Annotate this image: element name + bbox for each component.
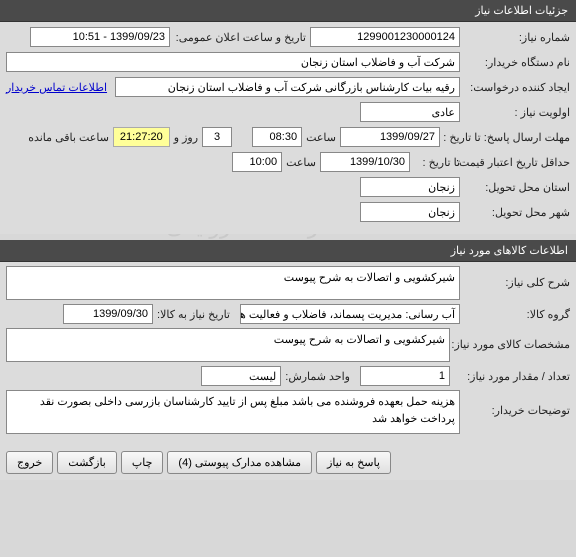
announce-label: تاریخ و ساعت اعلان عمومی:	[170, 31, 310, 44]
buyer-notes-field: هزینه حمل بعهده فروشنده می باشد مبلغ پس …	[6, 390, 460, 434]
overall-desc-field: شیرکشویی و اتصالات به شرح پیوست	[6, 266, 460, 300]
need-info-header: جزئیات اطلاعات نیاز	[0, 0, 576, 22]
unit-label: واحد شمارش:	[281, 370, 360, 383]
buyer-notes-label: توضیحات خریدار:	[460, 390, 570, 417]
exit-button[interactable]: خروج	[6, 451, 53, 474]
creator-label: ایجاد کننده درخواست:	[460, 81, 570, 94]
creator-field: رقیه بیات کارشناس بازرگانی شرکت آب و فاض…	[115, 77, 460, 97]
countdown-field: 21:27:20	[113, 127, 170, 147]
remaining-label: ساعت باقی مانده	[24, 131, 113, 144]
overall-desc-label: شرح کلی نیاز:	[460, 266, 570, 289]
print-button[interactable]: چاپ	[121, 451, 164, 474]
days-label: روز و	[170, 131, 202, 144]
priority-label: اولویت نیاز :	[460, 106, 570, 119]
need-number-field: 1299001230000124	[310, 27, 460, 47]
goods-info-header: اطلاعات کالاهای مورد نیاز	[0, 240, 576, 262]
min-credit-label: حداقل تاریخ اعتبار قیمت:	[460, 156, 570, 169]
buyer-label: نام دستگاه خریدار:	[460, 56, 570, 69]
need-info-section: جزئیات اطلاعات نیاز شماره نیاز: 12990012…	[0, 0, 576, 234]
min-credit-to-label: تا تاریخ :	[410, 156, 460, 169]
need-date-field: 1399/09/30	[63, 304, 153, 324]
days-field: 3	[202, 127, 232, 147]
deadline-from-label: مهلت ارسال پاسخ: تا تاریخ :	[440, 131, 570, 144]
goods-info-section: اطلاعات کالاهای مورد نیاز شرح کلی نیاز: …	[0, 240, 576, 445]
need-number-label: شماره نیاز:	[460, 31, 570, 44]
announce-field: 1399/09/23 - 10:51	[30, 27, 170, 47]
back-button[interactable]: بازگشت	[57, 451, 117, 474]
delivery-city-field: زنجان	[360, 202, 460, 222]
contact-link[interactable]: اطلاعات تماس خریدار	[6, 81, 107, 94]
spec-field: شیرکشویی و اتصالات به شرح پیوست	[6, 328, 450, 362]
priority-field: عادی	[360, 102, 460, 122]
group-field: آب رسانی: مدیریت پسماند، فاضلاب و فعالیت…	[240, 304, 460, 324]
qty-label: تعداد / مقدار مورد نیاز:	[450, 370, 570, 383]
need-date-label: تاریخ نیاز به کالا:	[153, 308, 240, 321]
group-label: گروه کالا:	[460, 308, 570, 321]
time-label-2: ساعت	[282, 156, 320, 169]
respond-button[interactable]: پاسخ به نیاز	[316, 451, 391, 474]
delivery-city-label: شهر محل تحویل:	[460, 206, 570, 219]
spec-label: مشخصات کالای مورد نیاز:	[450, 328, 570, 351]
attachments-button[interactable]: مشاهده مدارک پیوستی (4)	[167, 451, 312, 474]
time-label-1: ساعت	[302, 131, 340, 144]
buyer-field: شرکت آب و فاضلاب استان زنجان	[6, 52, 460, 72]
unit-field: لیست	[201, 366, 281, 386]
qty-field: 1	[360, 366, 450, 386]
min-credit-date: 1399/10/30	[320, 152, 410, 172]
delivery-province-label: استان محل تحویل:	[460, 181, 570, 194]
button-bar: پاسخ به نیاز مشاهده مدارک پیوستی (4) چاپ…	[0, 445, 576, 480]
min-credit-time: 10:00	[232, 152, 282, 172]
delivery-province-field: زنجان	[360, 177, 460, 197]
deadline-from-date: 1399/09/27	[340, 127, 440, 147]
deadline-from-time: 08:30	[252, 127, 302, 147]
